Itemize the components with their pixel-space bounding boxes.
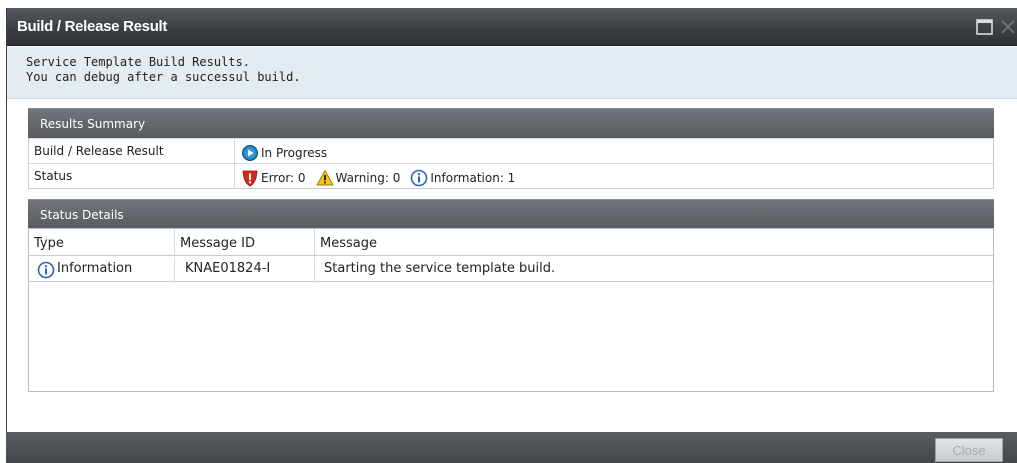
warning-count-text: Warning: 0 xyxy=(335,171,401,185)
column-header-type[interactable]: Type xyxy=(29,229,175,256)
play-circle-icon xyxy=(241,144,259,162)
info-circle-icon xyxy=(410,169,428,187)
type-cell: Information xyxy=(29,257,175,281)
status-value: Error: 0 Warning: 0 Information: 1 xyxy=(241,164,525,188)
status-row: Status Error: 0 Warning: 0 Information: … xyxy=(29,163,993,188)
description-line-1: Service Template Build Results. xyxy=(26,55,250,69)
build-result-label: Build / Release Result xyxy=(29,139,235,163)
close-button[interactable]: Close xyxy=(935,438,1003,462)
warning-triangle-icon xyxy=(315,169,334,187)
results-summary-table: Build / Release Result In Progress Statu… xyxy=(28,138,994,189)
column-header-message[interactable]: Message xyxy=(315,229,993,256)
status-label: Status xyxy=(29,164,235,188)
type-text: Information xyxy=(57,261,133,276)
maximize-icon[interactable] xyxy=(975,17,995,37)
info-circle-icon xyxy=(37,261,55,279)
results-summary-title: Results Summary xyxy=(40,117,146,131)
build-result-row: Build / Release Result In Progress xyxy=(29,138,993,163)
message-id-cell: KNAE01824-I xyxy=(175,257,315,281)
column-header-message-id[interactable]: Message ID xyxy=(175,229,315,256)
dialog-description: Service Template Build Results. You can … xyxy=(7,47,1017,99)
information-count-text: Information: 1 xyxy=(430,171,516,185)
message-cell: Starting the service template build. xyxy=(324,261,556,276)
dialog-title: Build / Release Result xyxy=(17,18,168,35)
in-progress-text: In Progress xyxy=(261,146,328,160)
results-summary-header: Results Summary xyxy=(28,108,994,138)
error-count-text: Error: 0 xyxy=(261,171,306,185)
table-row[interactable]: Information KNAE01824-I Starting the ser… xyxy=(29,257,993,282)
status-details-table[interactable]: Type Message ID Message Information KNAE… xyxy=(28,228,994,392)
close-icon[interactable] xyxy=(999,17,1017,37)
error-shield-icon xyxy=(241,169,259,187)
description-line-2: You can debug after a successul build. xyxy=(26,70,301,84)
dialog-footer: Close xyxy=(6,432,1017,463)
status-details-header: Status Details xyxy=(28,199,994,229)
dialog-titlebar: Build / Release Result xyxy=(7,8,1017,46)
build-result-value: In Progress xyxy=(241,139,337,163)
status-details-title: Status Details xyxy=(40,208,124,222)
